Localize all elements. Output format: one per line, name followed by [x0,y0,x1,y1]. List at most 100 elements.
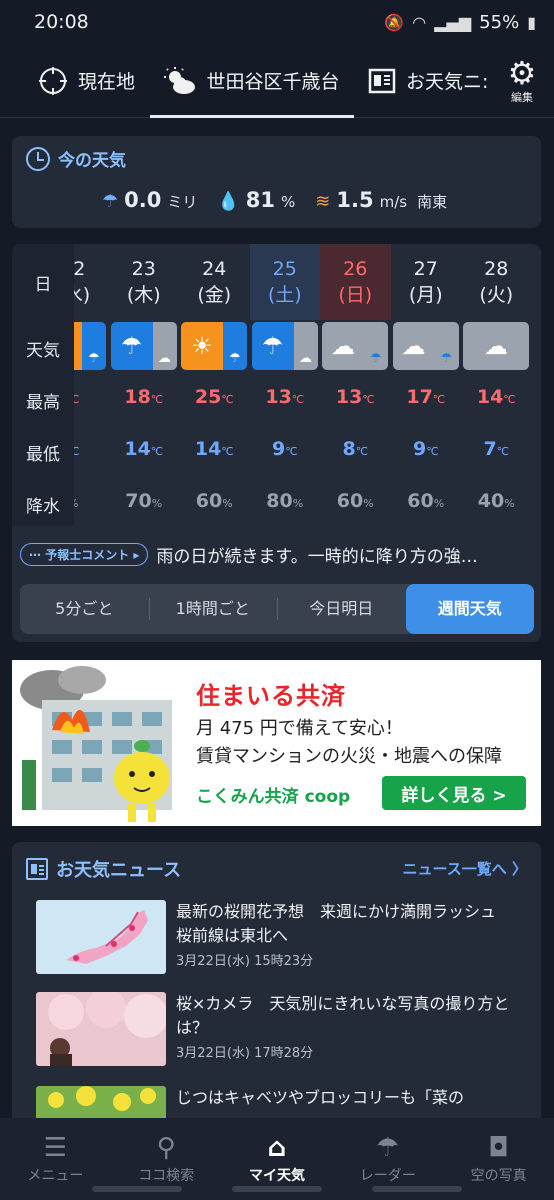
day-high: 17℃ [406,386,446,408]
home-icon: ⌂ [267,1133,287,1163]
day-of-week: (木) [126,284,161,306]
news-list-link[interactable]: ニュース一覧へ 〉 [402,858,527,879]
tab-weather-news[interactable]: お天気ニ: [354,44,490,118]
day-date: 25 [272,258,297,280]
status-time: 20:08 [34,11,89,33]
seg-hourly[interactable]: 1時間ごと [148,584,278,634]
battery-icon: ▮ [527,12,536,32]
chevron-right-icon: 〉 [511,860,527,878]
edit-label: 編集 [511,90,533,104]
day-column[interactable]: 27 (月) ☁ ☂ 17℃ 9℃ 60% [391,244,462,526]
day-high: 13℃ [335,386,375,408]
chevron-right-icon: ▸ [133,547,140,562]
forecaster-comment[interactable]: ⋯ 予報士コメント ▸ 雨の日が続きます。一時的に降り方の強… [12,536,541,572]
day-date: 26 [343,258,368,280]
day-date: 24 [202,258,227,280]
humidity-unit: % [281,193,296,211]
day-column[interactable]: 22 (水) ☀☂ ℃ ℃% [74,244,109,526]
sun-rain-weather-icon: ☀☂ [181,322,247,370]
news-title: お天気ニュース [56,860,182,881]
day-precip: 60% [336,490,374,512]
comment-text: 雨の日が続きます。一時的に降り方の強… [156,546,478,567]
rain-weather-icon: ☂ ☁ [251,322,318,370]
day-low: 9℃ [412,438,439,460]
mute-icon: 🔕 [384,12,405,32]
day-of-week: (火) [479,284,514,306]
forecast-range-selector: 5分ごと 1時間ごと 今日明日 週間天気 [20,584,534,634]
day-header: 26 (日) [320,244,391,320]
wind-value: 1.5 [336,188,374,212]
current-weather-card[interactable]: 今の天気 ☂ 0.0 ミリ 💧 81 % ≋ 1.5 m/s 南東 [12,136,541,228]
tab-setagaya[interactable]: 世田谷区千歳台 [150,44,354,118]
day-column[interactable]: 26 (日) ☁ ☂ 13℃ 8℃ 60% [320,244,391,526]
news-item[interactable]: 最新の桜開花予想 来週にかけ満開ラッシュ 桜前線は東北へ 3月22日(水) 15… [36,900,526,980]
day-of-week: (金) [197,284,232,306]
day-high: 18℃ [124,386,164,408]
wind-unit: m/s [379,193,408,211]
ad-brand: こくみん共済 coop [196,787,351,807]
day-low: 14℃ [124,438,164,460]
day-column[interactable]: 24 (金) ☀ ☂ 25℃ 14℃ 60% [179,244,250,526]
news-headline: 桜×カメラ 天気別にきれいな写真の撮り方とは？ [176,994,510,1037]
battery-percent: 55% [479,11,520,33]
tab-current-location[interactable]: 現在地 [0,44,150,118]
system-nav-recents[interactable] [92,1186,182,1192]
days-scroller[interactable]: 22 (水) ☀☂ ℃ ℃% 23 (木) ☂☁ 18℃ 14℃ 70% 24 (金) ☀☂ 25℃ 14℃ 6… [74,244,541,526]
news-thumbnail [36,992,166,1066]
newspaper-icon [368,68,396,93]
day-header: 27 (月) [391,244,462,320]
clock-icon [26,146,50,171]
ad-cta-button[interactable]: 詳しく見る > [382,776,526,810]
status-bar: 20:08 🔕 ◠ ▂▄▆ 55% ▮ [0,0,554,44]
ad-title: 住まいる共済 [196,682,346,710]
edit-button[interactable]: ⚙ 編集 [490,44,554,118]
seg-weekly[interactable]: 週間天気 [405,584,534,634]
news-headline: じつはキャベツやブロッコリーも「菜の [176,1088,465,1107]
tab-label: 現在地 [78,71,136,93]
tab-label: 世田谷区千歳台 [206,71,340,93]
day-column[interactable]: 23 (木) ☂ ☁ 18℃ 14℃ 70% [109,244,180,526]
day-of-week: (日) [338,284,373,306]
day-column[interactable]: 25 (土) ☂ ☁ 13℃ 9℃ 80% [249,244,320,526]
day-high: 25℃ [194,386,234,408]
seg-5min[interactable]: 5分ごと [20,584,149,634]
gear-icon: ⚙ [507,53,537,92]
day-column[interactable]: 28 (火) ☁ 14℃ 7℃ 40% [461,244,532,526]
rain-cloud-icon: ☂ [102,191,119,212]
seg-today-tomorrow[interactable]: 今日明日 [277,584,406,634]
day-low: 8℃ [342,438,369,460]
day-header: 23 (木) [109,244,180,320]
row-labels: 日 天気 最高 最低 降水 [12,244,74,526]
camera-icon: ◘ [488,1133,509,1163]
day-date: 23 [131,258,156,280]
ad-banner[interactable]: 住まいる共済 月 475 円で備えて安心！ 賃貸マンションの火災・地震への保障 … [12,660,541,826]
system-nav-back[interactable] [372,1186,462,1192]
day-precip: 60% [407,490,445,512]
day-header: 22 (水) [74,244,109,320]
news-item[interactable]: 桜×カメラ 天気別にきれいな写真の撮り方とは？ 3月22日(水) 17時28分 [36,992,526,1072]
cloud-rain-weather-icon: ☁ ☂ [392,322,459,370]
system-nav-home[interactable] [232,1186,322,1192]
rain-weather-icon: ☂ ☁ [110,322,177,370]
news-date: 3月22日(水) 17時28分 [176,1046,314,1061]
ad-illustration [20,666,172,822]
comment-bubble-icon: ⋯ [29,547,41,562]
day-low: 7℃ [483,438,510,460]
umbrella-icon: ☂ [376,1133,400,1163]
ad-line: 賃貸マンションの火災・地震への保障 [196,746,502,767]
wind-direction: 南東 [417,193,448,211]
news-thumbnail [36,900,166,974]
day-date: 22 [74,258,86,280]
day-low: 14℃ [194,438,234,460]
day-precip: % [74,490,109,512]
forecaster-comment-badge: ⋯ 予報士コメント ▸ [20,542,149,566]
news-date: 3月22日(水) 15時23分 [176,954,314,969]
menu-icon: ☰ [43,1133,68,1163]
day-of-week: (月) [408,284,443,306]
day-precip: 70% [125,490,163,512]
search-icon: ⚲ [156,1133,176,1163]
weekly-forecast-card: 日 天気 最高 最低 降水 22 (水) ☀☂ ℃ ℃% 23 (木) ☂☁ 18℃ 14℃ 70%… [12,244,541,642]
precip-unit: ミリ [167,193,198,211]
day-of-week: (土) [267,284,302,306]
day-date: 28 [484,258,509,280]
